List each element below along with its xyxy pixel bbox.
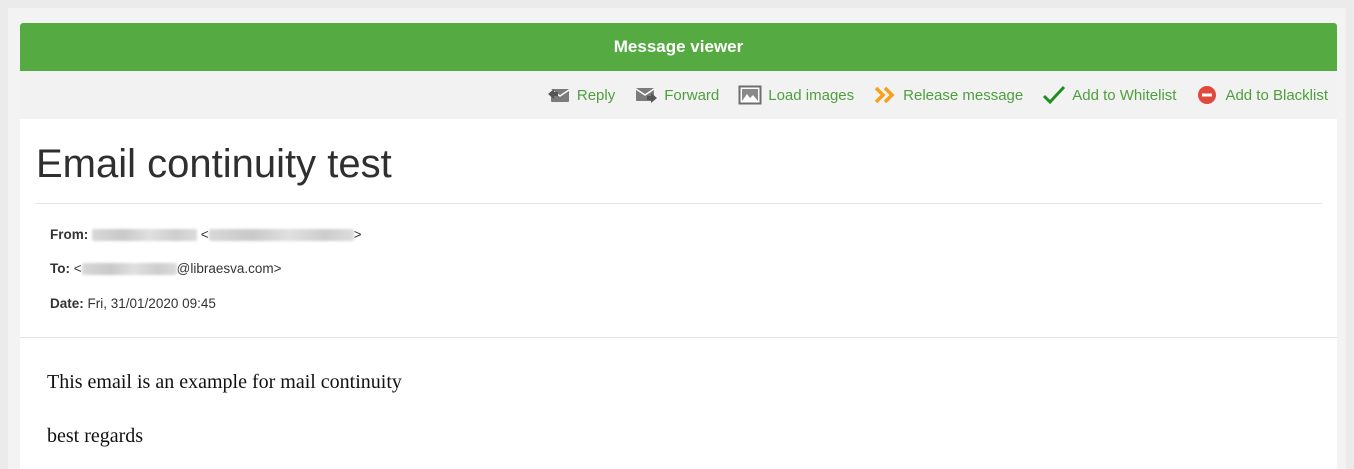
load-images-label: Load images	[768, 86, 855, 104]
checkmark-icon	[1041, 83, 1067, 107]
to-row: To: < @libraesva.com>	[50, 261, 282, 276]
release-message-label: Release message	[903, 86, 1024, 104]
forward-label: Forward	[664, 86, 720, 104]
message-viewer-panel: Message viewer Reply Forward Load images…	[20, 23, 1337, 469]
double-chevron-right-icon	[872, 83, 898, 107]
redacted-recipient-local-part	[81, 263, 177, 276]
divider	[35, 203, 1322, 204]
image-icon	[737, 83, 763, 107]
release-message-button[interactable]: Release message	[872, 83, 1023, 107]
from-label: From:	[50, 227, 89, 242]
viewer-title-bar: Message viewer	[20, 23, 1337, 71]
forward-button[interactable]: Forward	[633, 83, 719, 107]
add-to-blacklist-label: Add to Blacklist	[1225, 86, 1328, 104]
message-subject: Email continuity test	[36, 142, 392, 186]
load-images-button[interactable]: Load images	[737, 83, 854, 107]
date-value: Fri, 31/01/2020 09:45	[87, 296, 216, 311]
redacted-sender-name	[92, 229, 198, 242]
to-label: To:	[50, 261, 70, 276]
divider	[20, 337, 1337, 338]
from-open-bracket: <	[200, 227, 209, 242]
message-body-line: best regards	[47, 425, 144, 447]
redacted-sender-address	[208, 229, 354, 242]
reply-button[interactable]: Reply	[546, 83, 615, 107]
add-to-whitelist-label: Add to Whitelist	[1072, 86, 1177, 104]
message-toolbar: Reply Forward Load images Release messag…	[20, 71, 1337, 119]
date-label: Date:	[50, 296, 84, 311]
message-body-line: This email is an example for mail contin…	[47, 371, 402, 393]
date-row: Date: Fri, 31/01/2020 09:45	[50, 296, 216, 311]
from-close-bracket: >	[353, 227, 362, 242]
add-to-blacklist-button[interactable]: Add to Blacklist	[1194, 83, 1328, 107]
add-to-whitelist-button[interactable]: Add to Whitelist	[1041, 83, 1176, 107]
from-row: From: < >	[50, 227, 362, 242]
forward-envelope-icon	[633, 83, 659, 107]
viewer-title: Message viewer	[613, 37, 744, 56]
minus-circle-icon	[1194, 83, 1220, 107]
reply-label: Reply	[576, 86, 616, 104]
to-open-bracket: <	[73, 261, 82, 276]
to-domain: @libraesva.com>	[176, 261, 282, 276]
reply-envelope-icon	[546, 83, 572, 107]
